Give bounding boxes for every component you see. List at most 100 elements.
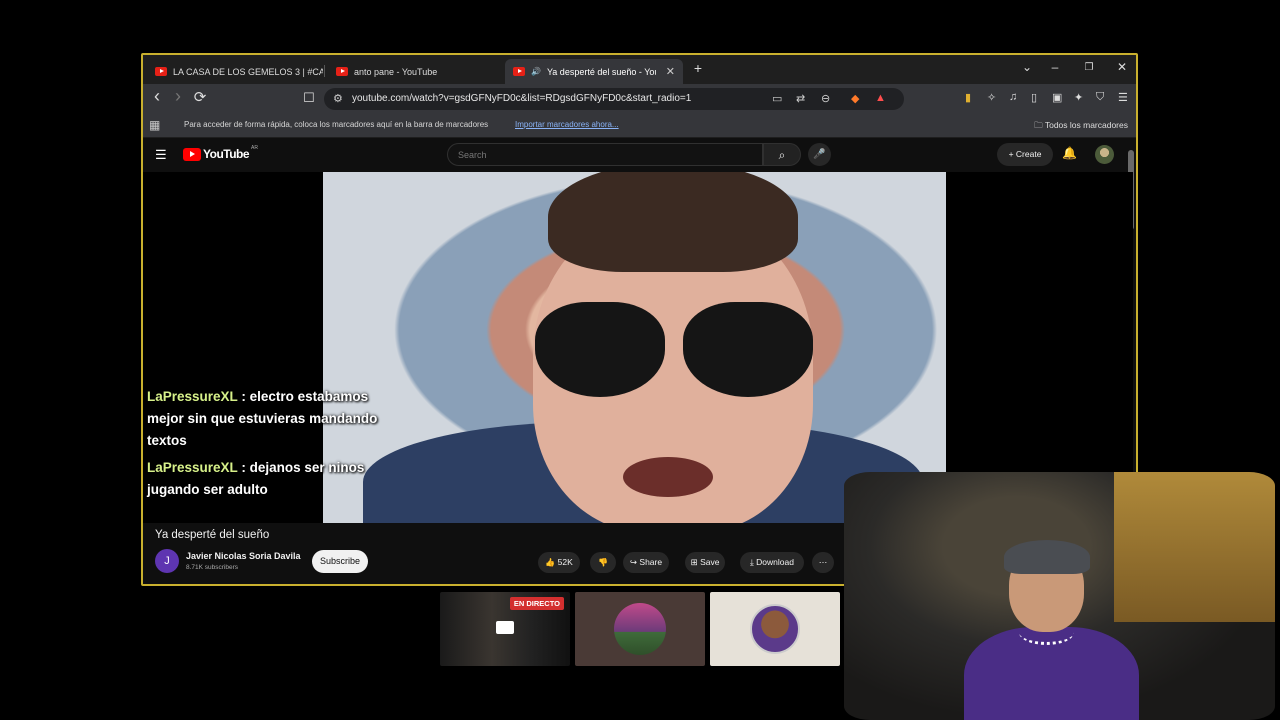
tab-bar: LA CASA DE LOS GEMELOS 3 | #CAS anto pan… <box>143 55 1136 84</box>
avatar <box>750 604 800 654</box>
video-title: Ya desperté del sueño <box>155 529 270 541</box>
region-code: AR <box>251 145 258 151</box>
participant-thumbnail-face[interactable] <box>710 592 840 666</box>
share-label: Share <box>639 557 663 567</box>
search-input[interactable]: Search <box>447 143 763 166</box>
youtube-logo[interactable]: YouTube AR <box>183 145 258 161</box>
sidebar-icon[interactable]: ▯ <box>1031 91 1037 104</box>
video-player[interactable]: LaPressureXL : electro estabamos mejor s… <box>143 172 1133 523</box>
streamer-cap-shape <box>1004 540 1090 574</box>
vpn-shield-icon[interactable]: ⛉ <box>1096 91 1104 104</box>
tab-title: Ya desperté del sueño - YouTu <box>546 66 656 77</box>
screen-share-icon <box>496 621 514 634</box>
speaker-icon: 🔊 <box>531 67 541 76</box>
tab-ya-desperte[interactable]: 🔊 Ya desperté del sueño - YouTu ✕ <box>505 59 683 84</box>
new-tab-button[interactable]: + <box>688 60 708 76</box>
streamer-necklace-shape <box>1019 620 1074 645</box>
youtube-logo-text: YouTube <box>203 147 250 161</box>
translate-icon[interactable]: ⇄ <box>796 92 805 105</box>
sunglasses-right-lens <box>683 302 813 397</box>
hamburger-menu-icon[interactable]: ☰ <box>155 147 167 163</box>
tab-title: LA CASA DE LOS GEMELOS 3 | #CAS <box>173 66 323 77</box>
search-placeholder: Search <box>458 150 487 160</box>
webcam-background-wall <box>1114 472 1275 622</box>
import-bookmarks-link[interactable]: Importar marcadores ahora... <box>515 120 619 129</box>
tab-la-casa[interactable]: LA CASA DE LOS GEMELOS 3 | #CAS <box>147 59 323 84</box>
apps-grid-icon[interactable]: ▦ <box>149 118 160 132</box>
minimize-button[interactable]: – <box>1045 60 1065 74</box>
video-frame[interactable] <box>323 172 946 523</box>
mic-icon: 🎤 <box>813 149 826 160</box>
save-button[interactable]: ⊞ Save <box>685 552 725 573</box>
leo-ai-icon[interactable]: ✦ <box>1074 91 1083 104</box>
webcam-overlay <box>844 472 1275 720</box>
channel-name[interactable]: Javier Nicolas Soria Davila <box>186 551 301 561</box>
chat-username: LaPressureXL <box>147 389 238 404</box>
tab-close-icon[interactable]: ✕ <box>666 65 675 78</box>
subscribe-button[interactable]: Subscribe <box>312 550 368 573</box>
thumbs-down-icon: 👎 <box>598 558 608 567</box>
back-button[interactable]: ‹ <box>148 86 166 107</box>
download-label: Download <box>756 557 794 567</box>
tab-separator <box>324 65 325 77</box>
create-button[interactable]: + Create <box>997 143 1053 166</box>
dislike-button[interactable]: 👎 <box>590 552 616 573</box>
restore-button[interactable]: ❐ <box>1079 62 1099 73</box>
download-button[interactable]: ⤓ Download <box>740 552 804 573</box>
more-actions-button[interactable]: ⋯ <box>812 552 834 573</box>
bookmarks-hint-text: Para acceder de forma rápida, coloca los… <box>184 120 489 129</box>
extension-bars-icon[interactable]: ▮ <box>965 91 971 104</box>
thumbs-up-icon: 👍 <box>545 558 556 567</box>
youtube-favicon-icon <box>513 67 525 76</box>
like-button[interactable]: 👍 52K <box>538 552 580 573</box>
site-info-icon[interactable]: ⚙ <box>333 92 343 105</box>
participant-thumbnail-orb[interactable] <box>575 592 705 666</box>
like-count: 52K <box>557 557 573 567</box>
youtube-favicon-icon <box>336 67 348 76</box>
youtube-play-icon <box>183 147 201 161</box>
brave-rewards-icon[interactable]: ▲ <box>875 92 886 104</box>
navigation-bar: ‹ › ⟳ ☐ ⚙ youtube.com/watch?v=gsdGFNyFD0… <box>143 84 1136 114</box>
live-stream-thumbnail[interactable]: EN DIRECTO <box>440 592 570 666</box>
chat-username: LaPressureXL <box>147 460 238 475</box>
tab-title: anto pane - YouTube <box>354 66 438 77</box>
close-window-button[interactable]: ✕ <box>1112 60 1132 74</box>
cast-icon[interactable]: ▭ <box>772 92 782 105</box>
extensions-puzzle-icon[interactable]: ✧ <box>987 91 996 104</box>
bookmark-icon[interactable]: ☐ <box>300 90 318 106</box>
youtube-favicon-icon <box>155 67 167 76</box>
video-hair-shape <box>548 172 798 272</box>
bookmarks-bar: ▦ Para acceder de forma rápida, coloca l… <box>143 114 1136 138</box>
youtube-header: ☰ YouTube AR Search ⌕ 🎤 + Create 🔔 <box>143 138 1136 172</box>
share-icon: ↪ <box>629 557 638 567</box>
chat-message: LaPressureXL : electro estabamos mejor s… <box>147 386 387 452</box>
video-mouth-shape <box>623 457 713 497</box>
all-bookmarks-button[interactable]: 🗀 Todos los marcadores <box>1034 120 1128 134</box>
save-label: Save <box>700 557 720 567</box>
reload-button[interactable]: ⟳ <box>191 88 209 106</box>
tab-anto-pane[interactable]: anto pane - YouTube <box>328 59 498 84</box>
brave-shield-icon[interactable]: ◆ <box>851 92 859 105</box>
download-icon: ⤓ <box>750 557 754 567</box>
tab-search-chevron-icon[interactable]: ⌄ <box>1017 60 1037 74</box>
save-icon: ⊞ <box>690 557 698 567</box>
browser-menu-icon[interactable]: ☰ <box>1118 91 1128 104</box>
chat-message: LaPressureXL : dejanos ser ninos jugando… <box>147 457 387 501</box>
all-bookmarks-label: Todos los marcadores <box>1044 120 1128 130</box>
share-button[interactable]: ↪ Share <box>623 552 669 573</box>
folder-icon: 🗀 <box>1034 120 1043 130</box>
live-badge: EN DIRECTO <box>509 597 564 610</box>
media-music-icon[interactable]: ♫ <box>1009 91 1017 103</box>
search-button[interactable]: ⌕ <box>763 143 801 166</box>
forward-button[interactable]: › <box>169 86 187 107</box>
subscriber-count: 8.71K subscribers <box>186 564 239 571</box>
notifications-bell-icon[interactable]: 🔔 <box>1062 146 1077 160</box>
channel-avatar[interactable]: J <box>155 549 179 573</box>
wallet-icon[interactable]: ▣ <box>1052 91 1062 104</box>
voice-search-button[interactable]: 🎤 <box>808 143 831 166</box>
zoom-icon[interactable]: ⊖ <box>821 92 830 105</box>
desktop-stage: LA CASA DE LOS GEMELOS 3 | #CAS anto pan… <box>0 0 1280 720</box>
url-text[interactable]: youtube.com/watch?v=gsdGFNyFD0c&list=RDg… <box>352 93 691 104</box>
account-avatar[interactable] <box>1095 145 1114 164</box>
address-bar[interactable]: ⚙ youtube.com/watch?v=gsdGFNyFD0c&list=R… <box>324 88 904 110</box>
